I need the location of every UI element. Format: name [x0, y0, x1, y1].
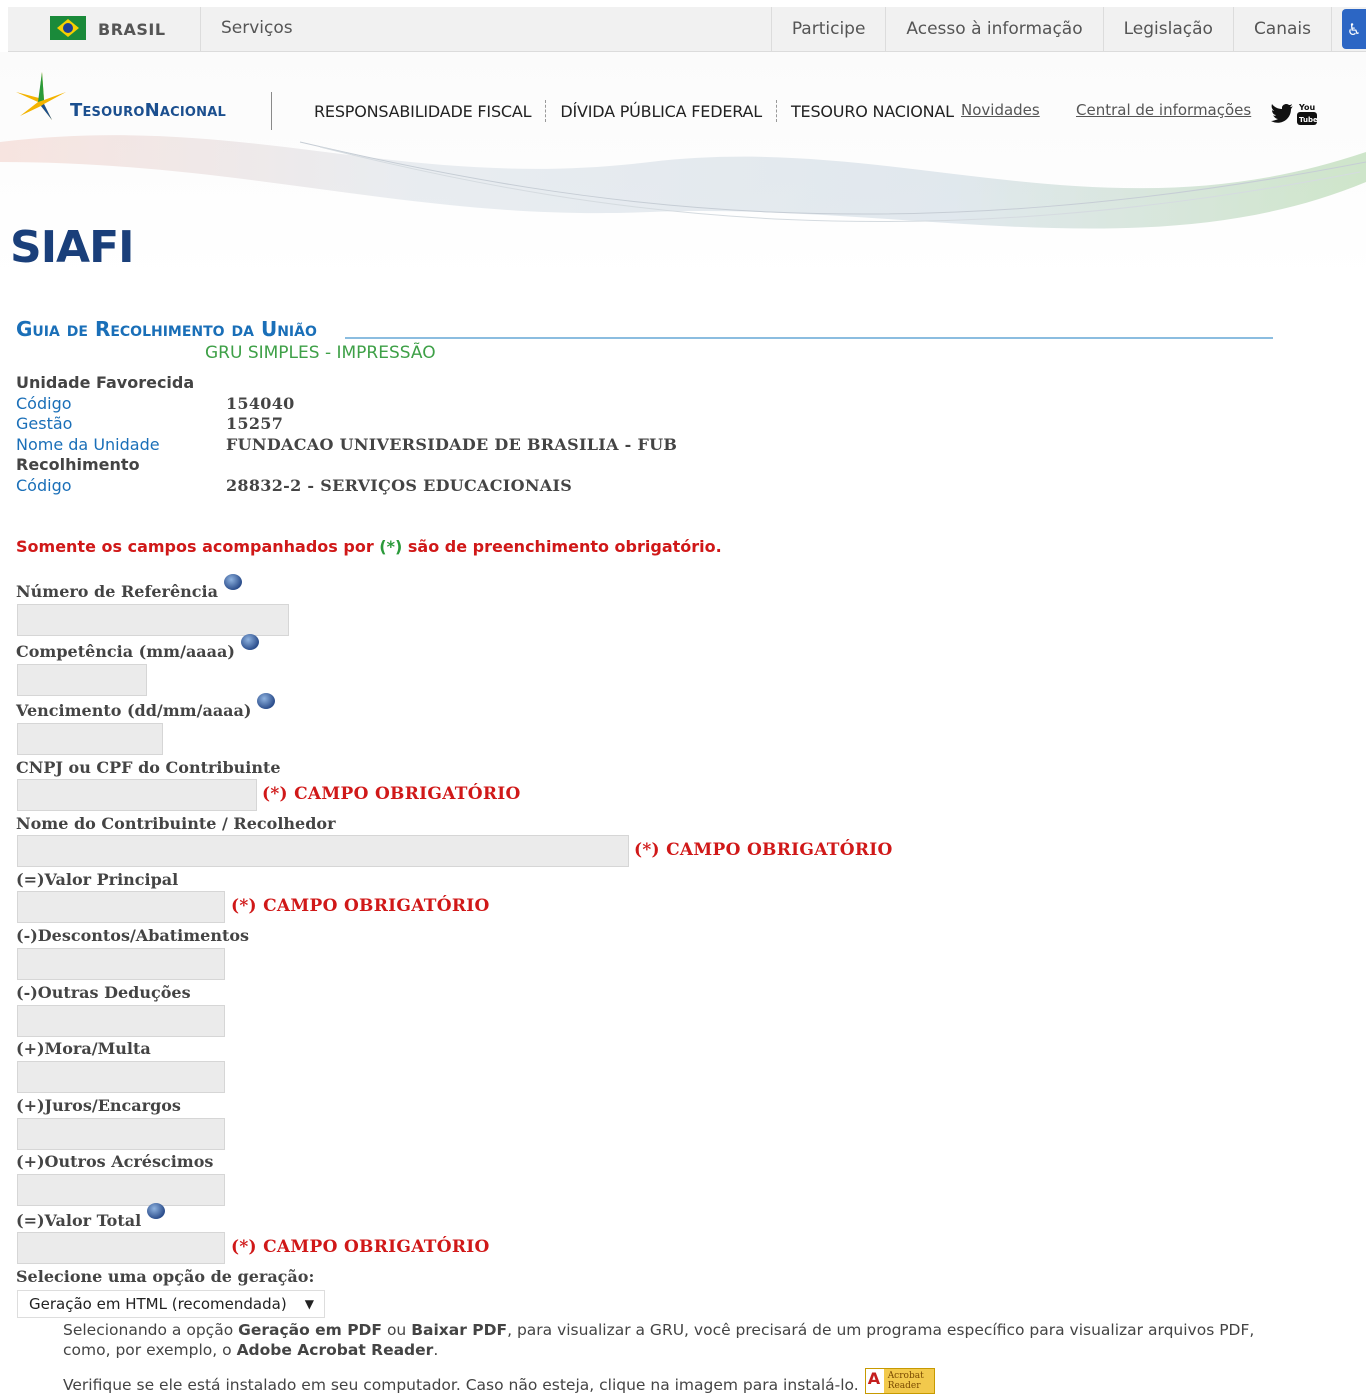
siafi-title: SIAFI: [10, 222, 135, 273]
gov-top-bar: BRASIL Serviços Participe Acesso à infor…: [8, 7, 1366, 52]
gov-canais-link[interactable]: Canais: [1232, 7, 1331, 51]
outros-acrescimos-input[interactable]: [17, 1174, 225, 1206]
recolhimento-codigo-label: Código: [16, 475, 72, 495]
unidade-heading: Unidade Favorecida: [16, 373, 195, 392]
cnpj-cpf-label: CNPJ ou CPF do Contribuinte: [16, 758, 281, 777]
mora-multa-label: (+)Mora/Multa: [16, 1039, 151, 1058]
gru-title-rule: [345, 337, 1273, 339]
nav-tesouro-nacional[interactable]: TESOURO NACIONAL: [791, 102, 954, 121]
vencimento-input[interactable]: [17, 723, 163, 755]
mora-multa-input[interactable]: [17, 1061, 225, 1093]
required-indicator: (*) CAMPO OBRIGATÓRIO: [262, 784, 521, 804]
valor-total-input[interactable]: [17, 1232, 225, 1264]
nav-responsabilidade-fiscal[interactable]: RESPONSABILIDADE FISCAL: [314, 102, 532, 121]
nav-divida-publica[interactable]: DÍVIDA PÚBLICA FEDERAL: [560, 102, 762, 121]
gov-brasil-label: BRASIL: [98, 20, 166, 39]
competencia-label: Competência (mm/aaaa): [16, 634, 259, 661]
acrobat-reader-icon[interactable]: A Acrobat Reader: [864, 1368, 935, 1394]
outras-deducoes-input[interactable]: [17, 1005, 225, 1037]
required-indicator: (*) CAMPO OBRIGATÓRIO: [634, 840, 893, 860]
juros-encargos-label: (+)Juros/Encargos: [16, 1096, 181, 1115]
logo-divider: [271, 92, 272, 130]
unidade-gestao-label: Gestão: [16, 414, 73, 433]
youtube-icon[interactable]: You Tube: [1296, 100, 1318, 126]
recolhimento-codigo-value: 28832-2 - SERVIÇOS EDUCACIONAIS: [226, 475, 573, 495]
help-circle-icon[interactable]: [240, 634, 259, 650]
unidade-codigo-label: Código: [16, 393, 72, 413]
juros-encargos-input[interactable]: [17, 1118, 225, 1150]
required-indicator: (*) CAMPO OBRIGATÓRIO: [231, 896, 490, 916]
acrobat-help-text: Verifique se ele está instalado em seu c…: [63, 1368, 935, 1394]
recolhimento-heading: Recolhimento: [16, 455, 140, 474]
gov-legislacao-link[interactable]: Legislação: [1102, 7, 1233, 51]
gru-subtitle: GRU SIMPLES - IMPRESSÃO: [205, 343, 436, 363]
tesouro-logo-icon[interactable]: [14, 70, 70, 122]
unidade-nome-label: Nome da Unidade: [16, 434, 160, 454]
tesouro-logo-text[interactable]: TesouroNacional: [70, 100, 226, 121]
accessibility-icon[interactable]: ♿: [1342, 9, 1366, 49]
site-header: TesouroNacional RESPONSABILIDADE FISCAL …: [0, 52, 1366, 282]
valor-principal-input[interactable]: [17, 891, 225, 923]
geracao-label: Selecione uma opção de geração:: [16, 1267, 315, 1286]
valor-principal-label: (=)Valor Principal: [16, 870, 179, 889]
nome-contribuinte-label: Nome do Contribuinte / Recolhedor: [16, 814, 336, 833]
numero-referencia-label: Número de Referência: [16, 574, 242, 601]
outras-deducoes-label: (-)Outras Deduções: [16, 983, 191, 1002]
pdf-help-text: Selecionando a opção Geração em PDF ou B…: [63, 1321, 1255, 1359]
help-circle-icon[interactable]: [147, 1203, 166, 1219]
numero-referencia-input[interactable]: [17, 604, 289, 636]
help-circle-icon[interactable]: [223, 574, 242, 590]
twitter-icon[interactable]: [1270, 103, 1294, 123]
geracao-select[interactable]: Geração em HTML (recomendada) ▼: [17, 1290, 325, 1318]
valor-total-label: (=)Valor Total: [16, 1203, 166, 1230]
cnpj-cpf-input[interactable]: [17, 779, 257, 811]
nome-contribuinte-input[interactable]: [17, 835, 629, 867]
unidade-codigo-value: 154040: [226, 393, 295, 413]
svg-text:Tube: Tube: [1299, 116, 1318, 124]
decorative-wave: [0, 135, 1366, 229]
descontos-input[interactable]: [17, 948, 225, 980]
gov-participe-link[interactable]: Participe: [770, 7, 886, 51]
unidade-nome-value: FUNDACAO UNIVERSIDADE DE BRASILIA - FUB: [226, 434, 678, 454]
gru-title: Guia de Recolhimento da União: [16, 317, 317, 341]
svg-text:You: You: [1298, 103, 1316, 112]
competencia-input[interactable]: [17, 664, 147, 696]
help-circle-icon[interactable]: [257, 693, 276, 709]
vencimento-label: Vencimento (dd/mm/aaaa): [16, 693, 276, 720]
descontos-label: (-)Descontos/Abatimentos: [16, 926, 250, 945]
chevron-down-icon: ▼: [304, 1297, 314, 1311]
gov-acesso-link[interactable]: Acesso à informação: [885, 7, 1102, 51]
outros-acrescimos-label: (+)Outros Acréscimos: [16, 1152, 214, 1171]
unidade-gestao-value: 15257: [226, 414, 284, 433]
brazil-flag-icon: [50, 16, 86, 40]
required-notice: Somente os campos acompanhados por (*) s…: [16, 537, 722, 556]
main-nav: RESPONSABILIDADE FISCAL DÍVIDA PÚBLICA F…: [314, 100, 954, 122]
gov-servicos-link[interactable]: Serviços: [221, 18, 293, 38]
gov-brasil-link[interactable]: BRASIL: [8, 7, 201, 51]
novidades-link[interactable]: Novidades: [961, 101, 1040, 119]
unidade-info: Unidade Favorecida Código 154040 Gestão 15…: [16, 373, 677, 496]
required-indicator: (*) CAMPO OBRIGATÓRIO: [231, 1237, 490, 1257]
central-informacoes-link[interactable]: Central de informações: [1076, 101, 1251, 119]
